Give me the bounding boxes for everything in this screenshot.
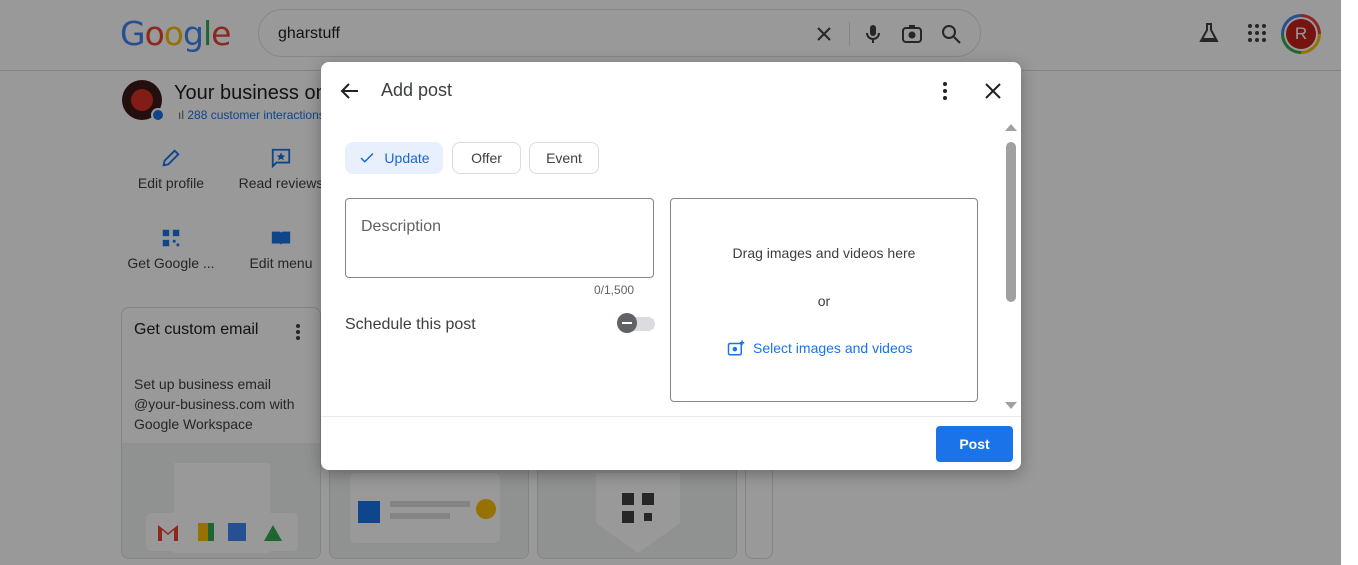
drop-or: or	[817, 293, 831, 309]
select-media-link[interactable]: Select images and videos	[727, 339, 913, 357]
schedule-label: Schedule this post	[345, 316, 476, 333]
add-post-dialog: Add post Update Offer Event Description …	[321, 62, 1021, 470]
description-placeholder: Description	[361, 218, 442, 235]
description-textarea[interactable]: Description	[345, 198, 654, 278]
more-vert-icon[interactable]	[933, 79, 957, 103]
chip-event[interactable]: Event	[529, 142, 599, 174]
check-icon	[360, 152, 374, 163]
dialog-title: Add post	[381, 80, 453, 100]
chip-offer[interactable]: Offer	[452, 142, 521, 174]
select-media-label: Select images and videos	[753, 340, 913, 356]
add-photo-icon	[727, 340, 745, 356]
chip-label: Update	[384, 150, 430, 166]
schedule-toggle-thumb[interactable]	[617, 313, 637, 333]
chip-label: Offer	[471, 150, 502, 166]
scroll-down-arrow-icon[interactable]	[1005, 402, 1017, 409]
drop-text: Drag images and videos here	[732, 245, 916, 261]
post-button[interactable]: Post	[936, 426, 1013, 462]
footer-divider	[321, 416, 1021, 417]
page-scrollbar-gutter	[1341, 0, 1358, 565]
chip-label: Event	[546, 150, 582, 166]
dialog-scrollbar-thumb[interactable]	[1006, 142, 1016, 302]
close-icon[interactable]	[981, 79, 1005, 103]
scroll-up-arrow-icon[interactable]	[1005, 124, 1017, 131]
chip-update[interactable]: Update	[345, 142, 443, 174]
media-drop-zone[interactable]: Drag images and videos here or Select im…	[670, 198, 978, 402]
back-arrow-icon[interactable]	[338, 79, 362, 103]
character-counter: 0/1,500	[594, 283, 635, 297]
